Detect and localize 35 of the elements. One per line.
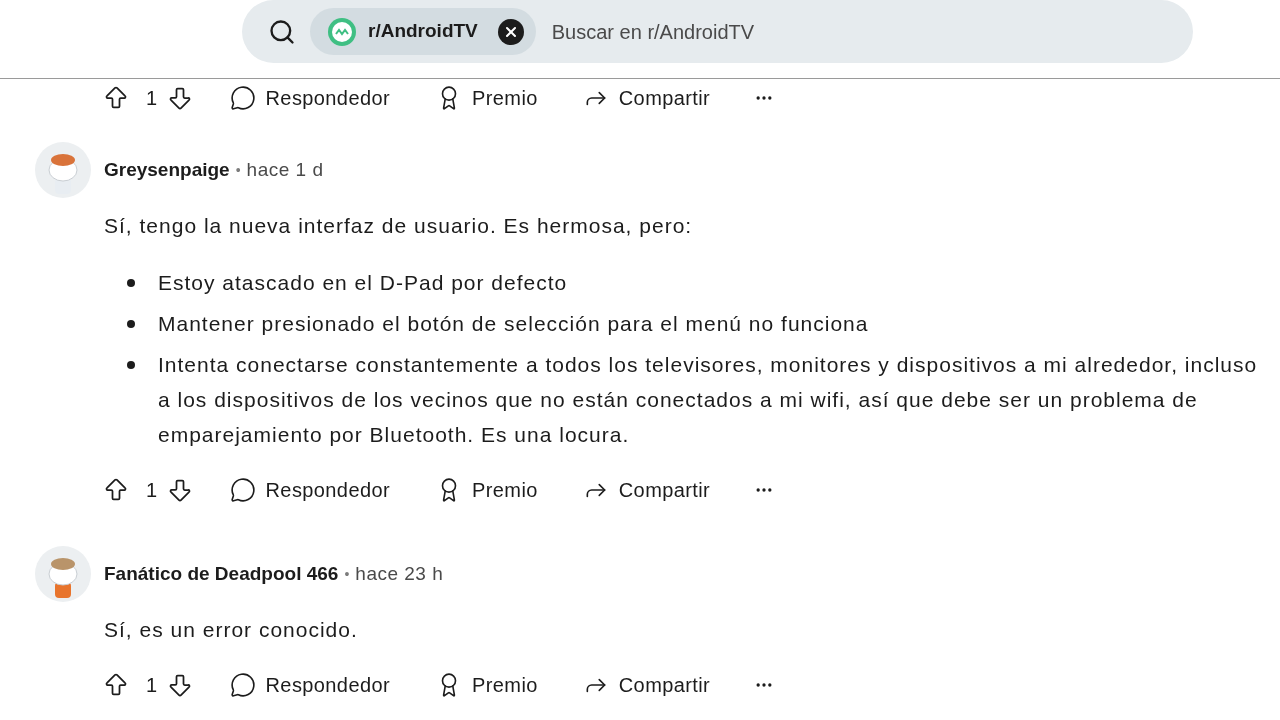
search-bar[interactable]: r/AndroidTV Buscar en r/AndroidTV bbox=[242, 0, 1193, 63]
award-button[interactable]: Premio bbox=[436, 83, 538, 113]
comment-time: hace 23 h bbox=[355, 561, 444, 586]
reply-button[interactable]: Respondedor bbox=[229, 667, 391, 703]
comment-author[interactable]: Fanático de Deadpool 466 bbox=[104, 559, 339, 589]
comment-icon bbox=[229, 85, 256, 111]
share-button[interactable]: Compartir bbox=[582, 472, 711, 508]
search-field[interactable]: Buscar en r/AndroidTV bbox=[551, 16, 1193, 47]
comment-text: Sí, tengo la nueva interfaz de usuario. Es hermosa, pero: bbox=[104, 213, 694, 239]
reply-button[interactable]: Respondedor bbox=[229, 472, 391, 508]
vote-count: 1 bbox=[146, 672, 158, 698]
award-button[interactable]: Premio bbox=[436, 667, 538, 703]
clear-icon[interactable] bbox=[497, 18, 524, 45]
avatar-icon[interactable] bbox=[35, 142, 91, 198]
avatar-icon[interactable] bbox=[35, 546, 91, 602]
separator-dot: • bbox=[235, 160, 241, 180]
comment-text: Sí, es un error conocido. bbox=[104, 617, 359, 643]
share-button[interactable]: Compartir bbox=[582, 667, 711, 703]
community-chip[interactable]: r/AndroidTV bbox=[310, 8, 536, 55]
comment-icon bbox=[229, 672, 256, 698]
award-button[interactable]: Premio bbox=[436, 472, 538, 508]
bullet-text: Estoy atascado en el D-Pad por defecto bbox=[158, 271, 568, 294]
reply-button[interactable]: Respondedor bbox=[229, 83, 391, 113]
separator-dot: • bbox=[344, 564, 350, 584]
share-button[interactable]: Compartir bbox=[582, 83, 711, 113]
vote-count: 1 bbox=[146, 86, 158, 111]
vote-count: 1 bbox=[146, 477, 158, 503]
comment-time: hace 1 d bbox=[246, 157, 324, 182]
community-name: r/AndroidTV bbox=[368, 19, 478, 44]
community-logo-icon bbox=[328, 17, 356, 46]
comment-author[interactable]: Greysenpaige bbox=[104, 155, 230, 185]
comment-icon bbox=[229, 477, 256, 503]
search-icon[interactable] bbox=[268, 17, 296, 46]
bullet-text: Intenta conectarse constantemente a todos los televisores, monitores y dispositivos a mi alrededor, incluso a los dispositivos de los vecinos que no están conectados a mi wifi, así que debe ser un problema de emparejamiento por Bluetooth. Es una locura. bbox=[158, 353, 1258, 446]
bullet-text: Mantener presionado el botón de selección para el menú no funciona bbox=[158, 312, 869, 335]
